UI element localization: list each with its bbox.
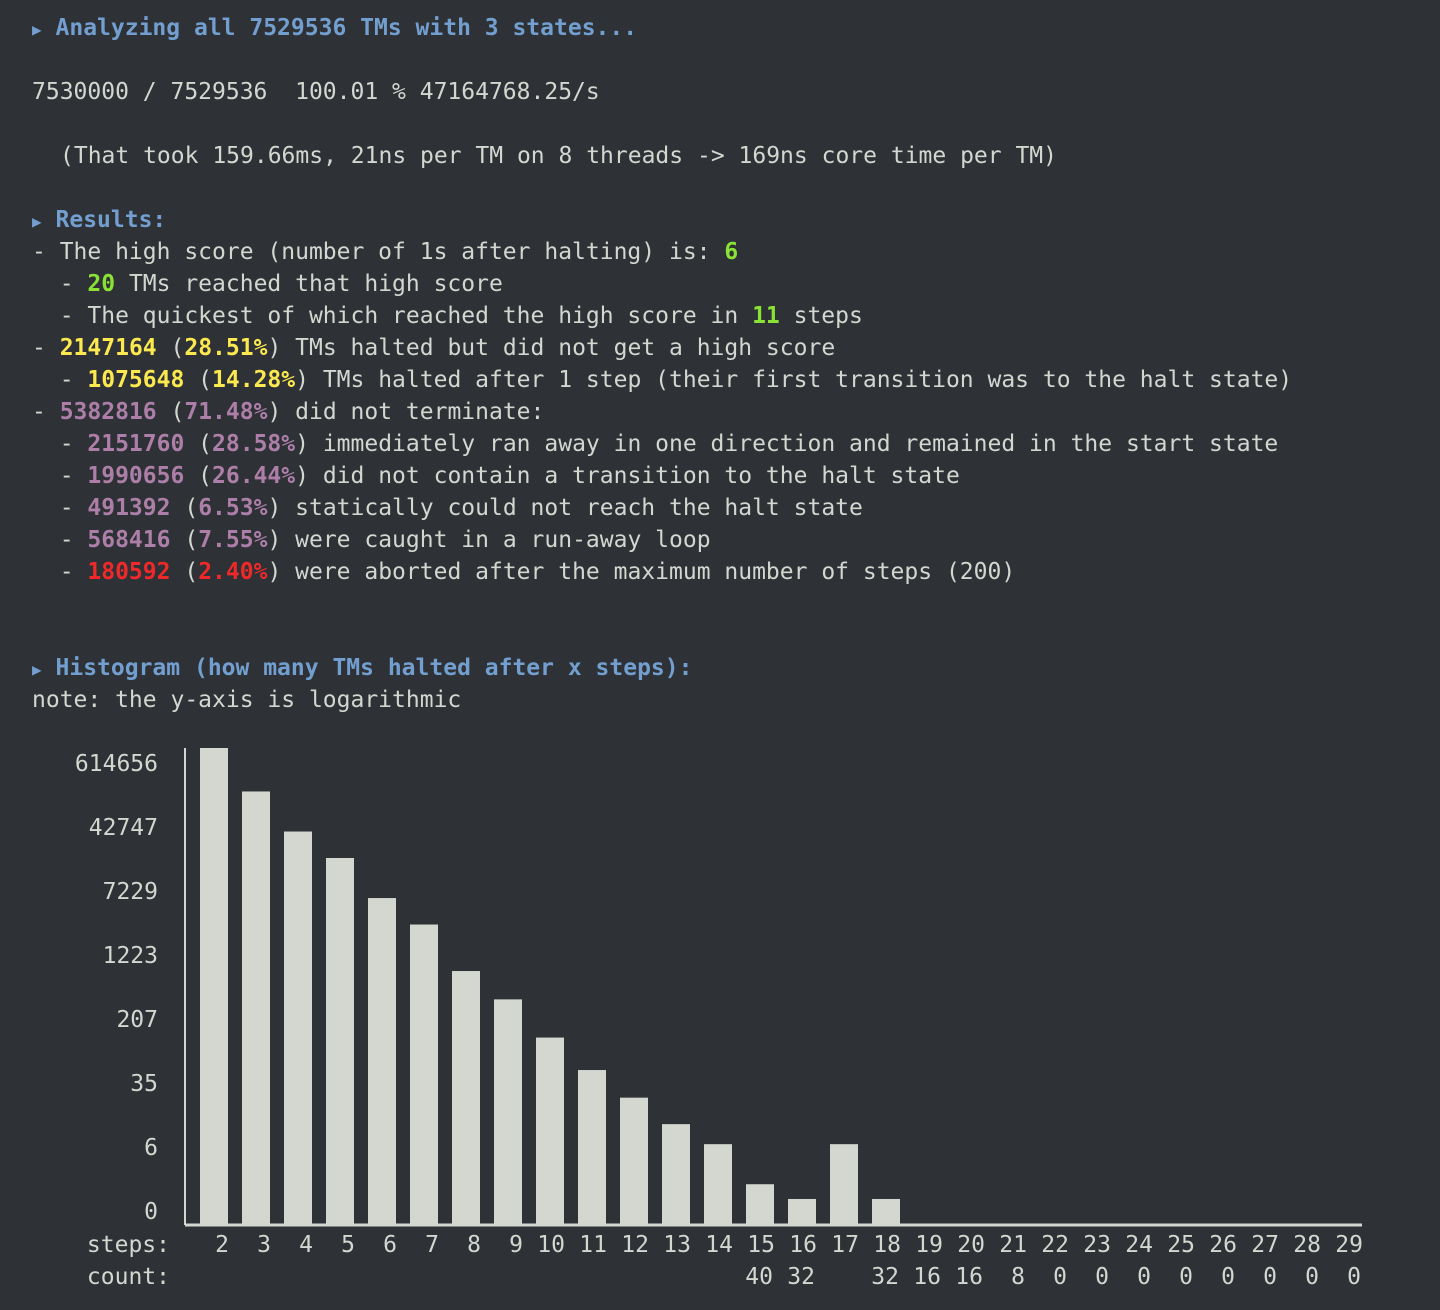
x-tick-label: 22 <box>1041 1232 1069 1258</box>
count-label: 0 <box>1263 1264 1277 1290</box>
x-tick-label: 12 <box>621 1232 649 1258</box>
histogram-bar <box>284 831 312 1224</box>
y-tick-label: 1223 <box>103 943 158 969</box>
histogram-bar <box>200 748 228 1224</box>
histogram-bar <box>578 1070 606 1224</box>
x-tick-label: 2 <box>215 1232 229 1258</box>
y-tick-label: 7229 <box>103 879 158 905</box>
x-tick-label: 24 <box>1125 1232 1153 1258</box>
x-tick-label: 8 <box>467 1232 481 1258</box>
count-label: 32 <box>787 1264 815 1290</box>
x-tick-label: 13 <box>663 1232 691 1258</box>
y-tick-label: 42747 <box>89 815 158 841</box>
histogram-bar <box>704 1144 732 1224</box>
count-row-label: count: <box>87 1264 170 1290</box>
histogram-bar <box>368 898 396 1224</box>
histogram-bar <box>536 1037 564 1224</box>
x-tick-label: 10 <box>537 1232 565 1258</box>
count-label: 0 <box>1305 1264 1319 1290</box>
count-label: 16 <box>955 1264 983 1290</box>
y-tick-label: 6 <box>144 1135 158 1161</box>
x-tick-label: 3 <box>257 1232 271 1258</box>
histogram-bar <box>494 999 522 1224</box>
x-tick-label: 20 <box>957 1232 985 1258</box>
x-tick-label: 18 <box>873 1232 901 1258</box>
histogram-bar <box>788 1198 816 1224</box>
x-tick-label: 16 <box>789 1232 817 1258</box>
x-tick-label: 19 <box>915 1232 943 1258</box>
x-tick-label: 25 <box>1167 1232 1195 1258</box>
histogram-bar <box>452 971 480 1224</box>
histogram-bar <box>746 1184 774 1224</box>
y-tick-label: 0 <box>144 1199 158 1225</box>
x-tick-label: 7 <box>425 1232 439 1258</box>
count-label: 40 <box>745 1264 773 1290</box>
histogram-bar <box>326 857 354 1224</box>
count-label: 32 <box>871 1264 899 1290</box>
y-tick-labels: 614656 42747 7229 1223 207 35 6 0 <box>75 751 158 1225</box>
x-tick-label: 15 <box>747 1232 775 1258</box>
histogram-bar <box>620 1097 648 1224</box>
x-tick-label: 9 <box>509 1232 523 1258</box>
x-tick-label: 26 <box>1209 1232 1237 1258</box>
count-label: 0 <box>1179 1264 1193 1290</box>
x-tick-label: 23 <box>1083 1232 1111 1258</box>
x-tick-label: 27 <box>1251 1232 1279 1258</box>
count-label: 0 <box>1221 1264 1235 1290</box>
x-tick-label: 28 <box>1293 1232 1321 1258</box>
bars <box>200 748 900 1224</box>
histogram-bar <box>872 1198 900 1224</box>
histogram-bar <box>410 924 438 1224</box>
x-tick-label: 14 <box>705 1232 733 1258</box>
histogram-bar <box>242 791 270 1224</box>
x-tick-label: 11 <box>579 1232 607 1258</box>
x-tick-label: 17 <box>831 1232 859 1258</box>
count-label: 0 <box>1347 1264 1361 1290</box>
histogram-bar <box>830 1144 858 1224</box>
x-tick-labels: 2 3 4 5 6 7 8 9 10 11 12 13 14 15 16 17 18 19 20 21 22 23 24 25… <box>215 1232 1363 1258</box>
x-tick-label: 4 <box>299 1232 313 1258</box>
count-label: 0 <box>1095 1264 1109 1290</box>
count-labels: 40 32 32 16 16 8 0 0 0 0 0 0 0 0 <box>745 1264 1361 1290</box>
x-tick-label: 6 <box>383 1232 397 1258</box>
count-label: 0 <box>1053 1264 1067 1290</box>
y-tick-label: 614656 <box>75 751 158 777</box>
x-tick-label: 29 <box>1335 1232 1363 1258</box>
x-tick-label: 21 <box>999 1232 1027 1258</box>
histogram-chart: 61465642747722912232073560 2 3 4 5 6 7 8 9 10 11 1… <box>75 748 1363 1290</box>
y-tick-label: 207 <box>116 1007 158 1033</box>
steps-row-label: steps: <box>87 1232 170 1258</box>
count-label: 0 <box>1137 1264 1151 1290</box>
count-label: 16 <box>913 1264 941 1290</box>
x-tick-label: 5 <box>341 1232 355 1258</box>
count-label: 8 <box>1011 1264 1025 1290</box>
histogram-bar <box>662 1124 690 1224</box>
y-tick-label: 35 <box>130 1071 158 1097</box>
